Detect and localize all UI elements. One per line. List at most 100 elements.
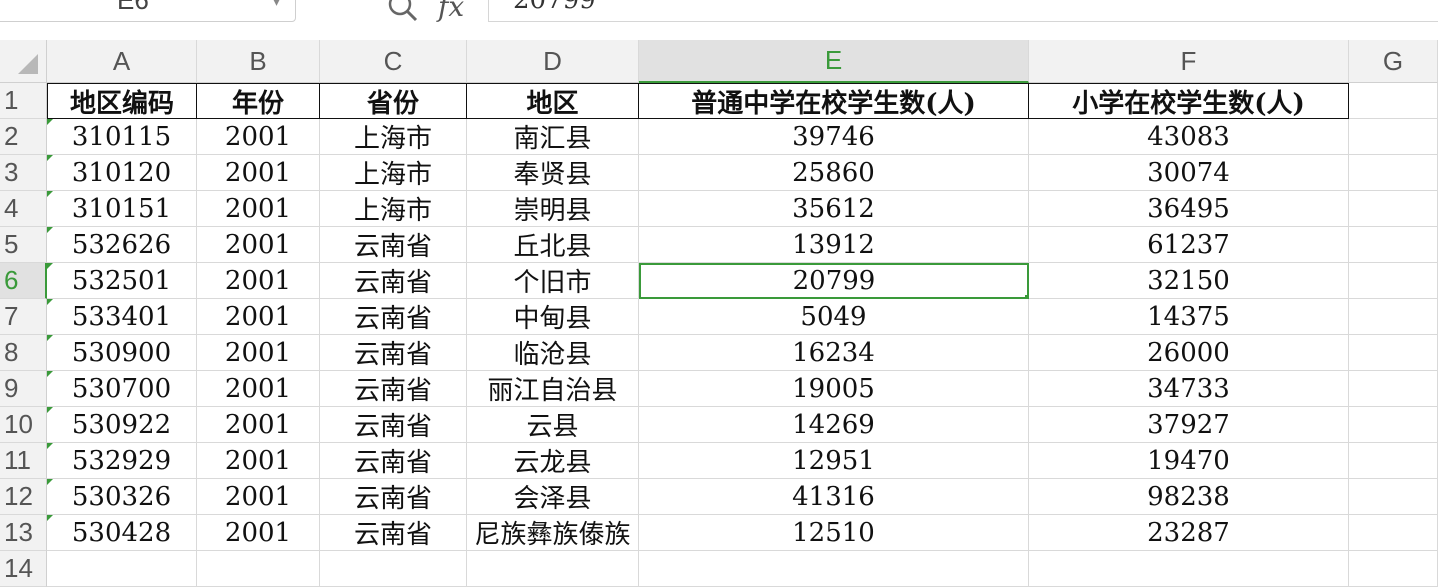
table-cell[interactable]: 奉贤县 bbox=[467, 155, 639, 191]
row-header-3[interactable]: 3 bbox=[0, 155, 47, 191]
table-cell[interactable]: 98238 bbox=[1029, 479, 1349, 515]
table-cell[interactable]: 中甸县 bbox=[467, 299, 639, 335]
table-cell[interactable]: 云龙县 bbox=[467, 443, 639, 479]
row-header-11[interactable]: 11 bbox=[0, 443, 47, 479]
table-cell[interactable]: 530922 bbox=[47, 407, 197, 443]
table-cell[interactable]: 2001 bbox=[197, 191, 320, 227]
empty-cell[interactable] bbox=[1349, 443, 1438, 479]
column-header-e[interactable]: E bbox=[639, 40, 1029, 83]
table-cell[interactable]: 5049 bbox=[639, 299, 1029, 335]
table-cell[interactable]: 530900 bbox=[47, 335, 197, 371]
table-cell[interactable]: 上海市 bbox=[320, 155, 467, 191]
row-header-6[interactable]: 6 bbox=[0, 263, 47, 299]
table-cell[interactable]: 310120 bbox=[47, 155, 197, 191]
header-cell[interactable]: 普通中学在校学生数(人) bbox=[639, 83, 1029, 119]
table-cell[interactable]: 310115 bbox=[47, 119, 197, 155]
table-cell[interactable]: 云县 bbox=[467, 407, 639, 443]
row-header-2[interactable]: 2 bbox=[0, 119, 47, 155]
empty-cell[interactable] bbox=[1349, 407, 1438, 443]
empty-cell[interactable] bbox=[197, 551, 320, 587]
table-cell[interactable]: 会泽县 bbox=[467, 479, 639, 515]
table-cell[interactable]: 61237 bbox=[1029, 227, 1349, 263]
column-header-d[interactable]: D bbox=[467, 40, 639, 83]
table-cell[interactable]: 云南省 bbox=[320, 407, 467, 443]
empty-cell[interactable] bbox=[1349, 155, 1438, 191]
column-header-b[interactable]: B bbox=[197, 40, 320, 83]
row-header-7[interactable]: 7 bbox=[0, 299, 47, 335]
table-cell[interactable]: 南汇县 bbox=[467, 119, 639, 155]
table-cell[interactable]: 云南省 bbox=[320, 371, 467, 407]
table-cell[interactable]: 2001 bbox=[197, 335, 320, 371]
table-cell[interactable]: 2001 bbox=[197, 443, 320, 479]
table-cell[interactable]: 532626 bbox=[47, 227, 197, 263]
table-cell[interactable]: 533401 bbox=[47, 299, 197, 335]
table-cell[interactable]: 35612 bbox=[639, 191, 1029, 227]
empty-cell[interactable] bbox=[320, 551, 467, 587]
table-cell[interactable]: 14269 bbox=[639, 407, 1029, 443]
table-cell[interactable]: 26000 bbox=[1029, 335, 1349, 371]
empty-cell[interactable] bbox=[1349, 551, 1438, 587]
zoom-icon[interactable] bbox=[384, 0, 420, 24]
empty-cell[interactable] bbox=[1349, 299, 1438, 335]
table-cell[interactable]: 2001 bbox=[197, 515, 320, 551]
selected-cell[interactable]: 20799 bbox=[639, 263, 1029, 299]
header-cell[interactable]: 地区编码 bbox=[47, 83, 197, 119]
empty-cell[interactable] bbox=[467, 551, 639, 587]
table-cell[interactable]: 14375 bbox=[1029, 299, 1349, 335]
table-cell[interactable]: 16234 bbox=[639, 335, 1029, 371]
column-header-g[interactable]: G bbox=[1349, 40, 1438, 83]
fx-icon[interactable]: fx bbox=[438, 0, 464, 23]
table-cell[interactable]: 崇明县 bbox=[467, 191, 639, 227]
row-header-1[interactable]: 1 bbox=[0, 83, 47, 119]
empty-cell[interactable] bbox=[1349, 371, 1438, 407]
table-cell[interactable]: 37927 bbox=[1029, 407, 1349, 443]
table-cell[interactable]: 310151 bbox=[47, 191, 197, 227]
table-cell[interactable]: 云南省 bbox=[320, 299, 467, 335]
table-cell[interactable]: 2001 bbox=[197, 227, 320, 263]
table-cell[interactable]: 云南省 bbox=[320, 335, 467, 371]
table-cell[interactable]: 25860 bbox=[639, 155, 1029, 191]
header-cell[interactable]: 省份 bbox=[320, 83, 467, 119]
select-all-corner[interactable] bbox=[0, 40, 47, 83]
column-header-a[interactable]: A bbox=[47, 40, 197, 83]
column-header-c[interactable]: C bbox=[320, 40, 467, 83]
table-cell[interactable]: 32150 bbox=[1029, 263, 1349, 299]
table-cell[interactable]: 2001 bbox=[197, 371, 320, 407]
formula-input[interactable]: 20799 bbox=[488, 0, 1438, 22]
table-cell[interactable]: 530700 bbox=[47, 371, 197, 407]
table-cell[interactable]: 34733 bbox=[1029, 371, 1349, 407]
table-cell[interactable]: 2001 bbox=[197, 407, 320, 443]
table-cell[interactable]: 云南省 bbox=[320, 515, 467, 551]
table-cell[interactable]: 12510 bbox=[639, 515, 1029, 551]
table-cell[interactable]: 41316 bbox=[639, 479, 1029, 515]
table-cell[interactable]: 2001 bbox=[197, 155, 320, 191]
name-box[interactable]: E6 ▾ bbox=[0, 0, 296, 22]
table-cell[interactable]: 13912 bbox=[639, 227, 1029, 263]
table-cell[interactable]: 2001 bbox=[197, 263, 320, 299]
table-cell[interactable]: 39746 bbox=[639, 119, 1029, 155]
row-header-13[interactable]: 13 bbox=[0, 515, 47, 551]
empty-cell[interactable] bbox=[47, 551, 197, 587]
table-cell[interactable]: 上海市 bbox=[320, 191, 467, 227]
table-cell[interactable]: 2001 bbox=[197, 479, 320, 515]
header-cell[interactable]: 年份 bbox=[197, 83, 320, 119]
table-cell[interactable]: 532929 bbox=[47, 443, 197, 479]
header-cell[interactable]: 小学在校学生数(人) bbox=[1029, 83, 1349, 119]
empty-cell[interactable] bbox=[639, 551, 1029, 587]
empty-cell[interactable] bbox=[1349, 479, 1438, 515]
table-cell[interactable]: 36495 bbox=[1029, 191, 1349, 227]
table-cell[interactable]: 23287 bbox=[1029, 515, 1349, 551]
table-cell[interactable]: 2001 bbox=[197, 119, 320, 155]
row-header-12[interactable]: 12 bbox=[0, 479, 47, 515]
table-cell[interactable]: 19470 bbox=[1029, 443, 1349, 479]
table-cell[interactable]: 丘北县 bbox=[467, 227, 639, 263]
empty-cell[interactable] bbox=[1349, 515, 1438, 551]
table-cell[interactable]: 云南省 bbox=[320, 263, 467, 299]
table-cell[interactable]: 丽江自治县 bbox=[467, 371, 639, 407]
table-cell[interactable]: 云南省 bbox=[320, 227, 467, 263]
table-cell[interactable]: 30074 bbox=[1029, 155, 1349, 191]
column-header-f[interactable]: F bbox=[1029, 40, 1349, 83]
row-header-5[interactable]: 5 bbox=[0, 227, 47, 263]
empty-cell[interactable] bbox=[1349, 119, 1438, 155]
table-cell[interactable]: 云南省 bbox=[320, 479, 467, 515]
